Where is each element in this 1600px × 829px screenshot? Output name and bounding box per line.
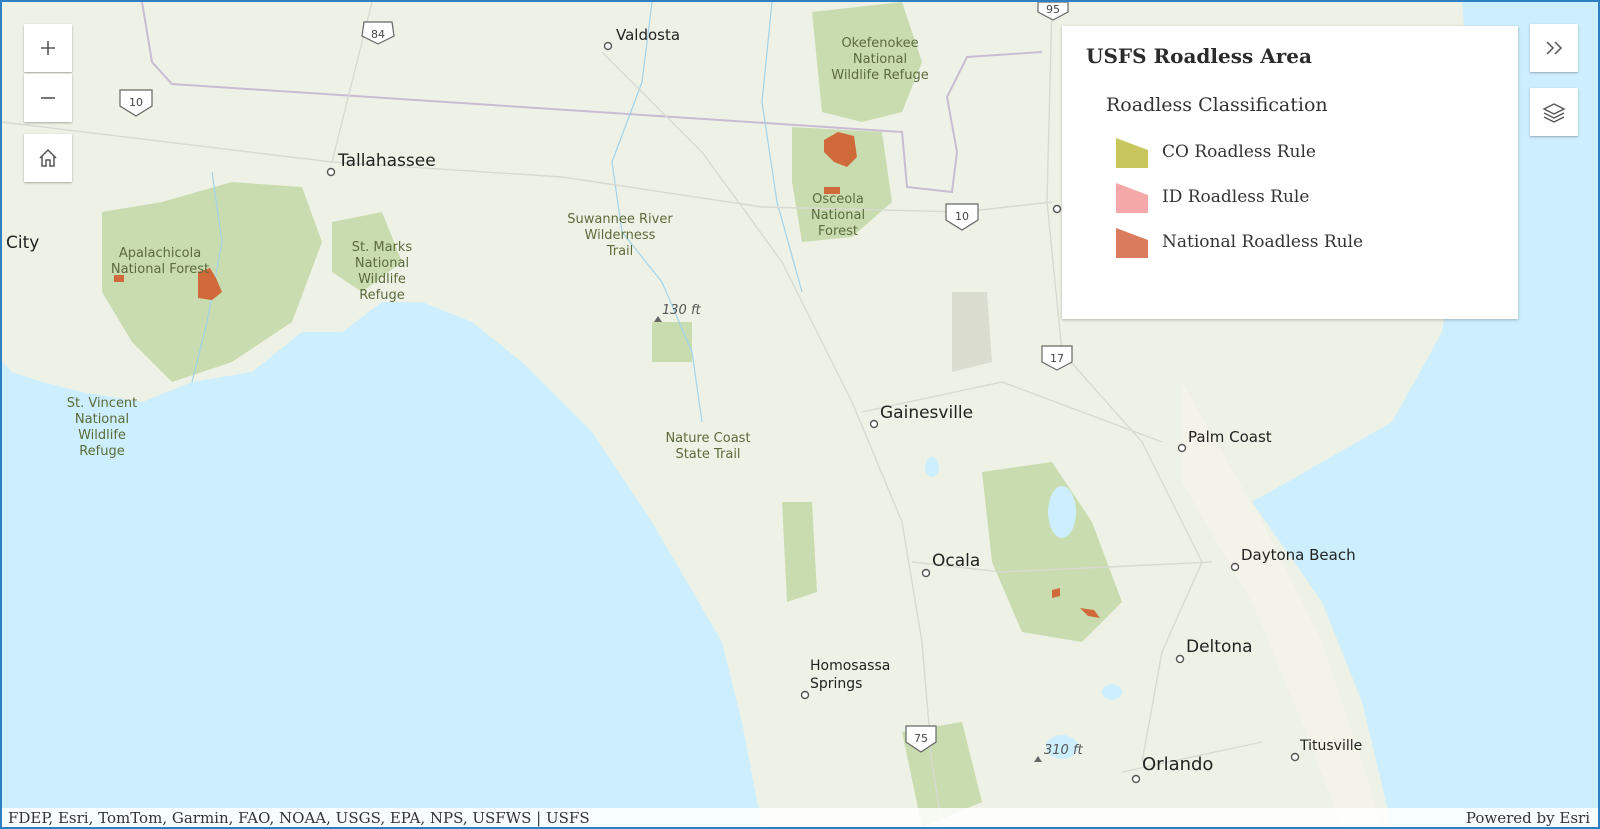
map-frame: 84 10 10 95 17 75 Valdosta Tallahassee C… [0,0,1600,829]
gray-area [952,292,992,372]
suwannee-label-2: Wilderness [585,228,656,243]
st-marks-label-1: St. Marks [352,240,413,255]
suwannee-label-1: Suwannee River [567,212,673,227]
st-vincent-label-1: St. Vincent [67,396,138,411]
st-vincent-label-4: Refuge [79,444,125,459]
legend-item-co: CO Roadless Rule [1114,134,1316,170]
city-springs: Springs [810,676,862,692]
powered-by-esri[interactable]: Powered by Esri [1466,808,1590,827]
attribution-sources[interactable]: FDEP, Esri, TomTom, Garmin, FAO, NOAA, U… [8,808,590,827]
city-orlando: Orlando [1142,754,1213,775]
co-roadless-swatch [1116,138,1148,168]
gulf-green-2 [782,502,817,602]
chevrons-right-icon [1546,41,1563,55]
city-gainesville: Gainesville [880,403,973,423]
nature-coast-label-1: Nature Coast [665,431,750,446]
osceola-label-1: Osceola [812,192,864,207]
city-deltona: Deltona [1186,637,1253,657]
home-icon [39,148,57,167]
city-palm-coast: Palm Coast [1188,428,1272,446]
osceola-label-3: Forest [818,224,858,239]
layers-button[interactable] [1530,88,1578,136]
st-marks-label-4: Refuge [359,288,405,303]
legend-title: USFS Roadless Area [1086,44,1312,68]
city-homosassa: Homosassa [810,658,890,674]
suwannee-label-3: Trail [606,244,634,259]
legend-item-national: National Roadless Rule [1114,224,1363,260]
city-valdosta: Valdosta [616,26,680,44]
shield-84: 84 [371,28,385,41]
legend-label-co: CO Roadless Rule [1162,142,1316,162]
st-vincent-label-2: National [75,412,129,427]
okefenokee-label-2: National [853,52,907,67]
id-roadless-swatch [1116,183,1148,213]
minus-icon [41,97,55,99]
layers-icon [1542,103,1566,123]
national-roadless-swatch [1116,228,1148,258]
nature-coast-label-2: State Trail [675,447,740,462]
st-marks-label-2: National [355,256,409,271]
gulf-green [652,322,692,362]
zoom-out-button[interactable] [24,73,72,122]
legend-subtitle: Roadless Classification [1106,94,1328,116]
okefenokee-label-3: Wildlife Refuge [831,68,929,83]
shield-17: 17 [1050,352,1064,365]
legend-label-national: National Roadless Rule [1162,232,1364,252]
elevation-310: 310 ft [1044,743,1084,758]
apalachicola-label-2: National Forest [111,262,209,277]
shield-10-west: 10 [129,96,143,109]
okefenokee-label-1: Okefenokee [841,36,918,51]
shield-75: 75 [914,732,928,745]
shield-95: 95 [1046,3,1060,16]
shield-10-east: 10 [955,210,969,223]
st-vincent-label-3: Wildlife [78,428,126,443]
city-partial: City [6,233,39,253]
legend-item-id: ID Roadless Rule [1114,179,1309,215]
attribution-bar: FDEP, Esri, TomTom, Garmin, FAO, NOAA, U… [2,808,1598,827]
apalachicola-label-1: Apalachicola [119,246,201,261]
plus-icon [41,41,55,55]
home-button[interactable] [24,134,72,182]
city-tallahassee: Tallahassee [337,151,436,171]
legend-label-id: ID Roadless Rule [1162,187,1310,207]
osceola-label-2: National [811,208,865,223]
city-ocala: Ocala [932,551,980,571]
st-marks-label-3: Wildlife [358,272,406,287]
elevation-130: 130 ft [662,303,702,318]
collapse-panel-button[interactable] [1530,24,1578,72]
city-daytona-beach: Daytona Beach [1241,546,1356,564]
city-titusville: Titusville [1299,738,1362,754]
zoom-in-button[interactable] [24,24,72,72]
legend-panel: USFS Roadless Area Roadless Classificati… [1062,26,1518,319]
